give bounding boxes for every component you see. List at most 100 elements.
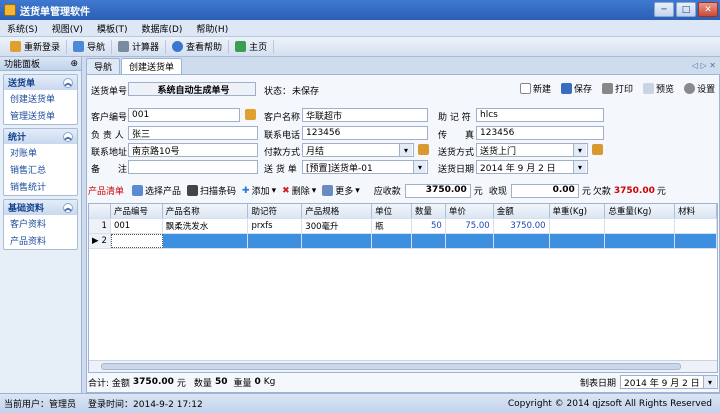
nav-manage-delivery[interactable]: 管理送货单 [4,107,77,124]
make-date-label: 制表日期 [579,378,616,389]
title-bar: 送货单管理软件 ─ □ ✕ [0,0,720,20]
nav-create-delivery[interactable]: 创建送货单 [4,90,77,107]
col-total-weight[interactable]: 总重量(Kg) [605,204,676,218]
col-amount[interactable]: 金额 [493,204,550,218]
fax-input[interactable]: 123456 [476,126,604,140]
mnemonic-input[interactable]: hlcs [476,108,604,122]
delete-button[interactable]: ✖ 删除 ▾ [282,184,317,198]
group-delivery-header[interactable]: 送货单 ︽ [4,75,77,90]
close-button[interactable]: ✕ [698,2,718,17]
edit-pencil-icon[interactable] [592,144,603,155]
state-label: 状态： [264,87,292,97]
app-icon [4,4,16,16]
chevron-down-icon: ▾ [355,185,360,196]
preview-button[interactable]: 预览 [643,82,674,95]
gear-icon [684,83,696,94]
barcode-icon [187,185,199,196]
collapse-icon[interactable]: ︽ [63,202,73,213]
nav-sales-summary[interactable]: 销售汇总 [4,161,77,178]
table-row-selected[interactable]: ▶ 2 [89,234,717,249]
horizontal-scrollbar[interactable] [89,360,717,372]
scan-barcode-button[interactable]: 扫描条码 [187,184,236,197]
edit-pencil-icon[interactable] [418,144,429,155]
template-select[interactable]: [预置]送货单-01 [302,160,428,174]
pin-icon[interactable]: ⊕ [70,59,78,69]
select-product-button[interactable]: 选择产品 [132,184,181,197]
col-unit-weight[interactable]: 单重(Kg) [549,204,606,218]
group-stats-header[interactable]: 统计 ︽ [4,129,77,144]
totals-bar: 合计: 金额 3750.00 元 数量 50 重量 0 Kg 制表日期 2014… [88,374,718,390]
col-qty[interactable]: 数量 [411,204,446,218]
calculator-button[interactable]: 计算器 [112,39,167,54]
print-icon [602,83,614,94]
menu-help[interactable]: 帮助(H) [189,22,235,35]
owe-label: 欠款 [592,187,611,197]
mnemonic-label: 助 记 符 [438,113,471,123]
maximize-button[interactable]: □ [676,2,696,17]
collapse-icon[interactable]: ︽ [63,131,73,142]
row-pointer-icon: ▶ [92,236,99,246]
nav-customers[interactable]: 客户资料 [4,215,77,232]
menu-bar: 系统(S) 视图(V) 模板(T) 数据库(D) 帮助(H) [0,20,720,37]
group-basic-header[interactable]: 基础资料 ︽ [4,200,77,215]
received-input[interactable]: 0.00 [510,183,579,198]
group-delivery: 送货单 ︽ 创建送货单 管理送货单 [3,74,78,125]
col-price[interactable]: 单价 [445,204,494,218]
main-toolbar: 重新登录 导航 计算器 查看帮助 主页 [0,37,720,57]
cust-name-label: 客户名称 [264,113,301,123]
tab-strip: 导航 创建送货单 ◁ ▷ ✕ [86,58,720,74]
nav-products[interactable]: 产品资料 [4,232,77,249]
ship-select[interactable]: 送货上门 [476,143,588,157]
col-product-name[interactable]: 产品名称 [162,204,249,218]
receivable-field: 3750.00 [404,183,471,198]
more-button[interactable]: 更多 ▾ [322,184,360,197]
nav-sales-stats[interactable]: 销售统计 [4,178,77,195]
menu-system[interactable]: 系统(S) [0,22,45,35]
cust-name-input[interactable]: 华联超市 [302,108,428,122]
total-weight: 0 [254,377,261,387]
note-input[interactable] [128,160,258,174]
owner-input[interactable]: 张三 [128,126,258,140]
nav-statement[interactable]: 对账单 [4,144,77,161]
product-list-label: 产品清单 [88,187,125,197]
current-user: 当前用户：管理员 [4,400,77,410]
menu-database[interactable]: 数据库(D) [134,22,189,35]
tab-nav[interactable]: 导航 [86,58,121,74]
pay-label: 付款方式 [264,148,301,158]
home-button[interactable]: 主页 [229,39,275,54]
table-row[interactable]: 1 001 飘柔洗发水 prxfs 300毫升 瓶 50 75.00 3750.… [89,219,717,234]
tab-nav-controls[interactable]: ◁ ▷ ✕ [692,61,716,70]
pay-select[interactable]: 月结 [302,143,414,157]
addr-input[interactable]: 南京路10号 [128,143,258,157]
col-unit[interactable]: 单位 [372,204,412,218]
new-icon [520,83,531,94]
phone-input[interactable]: 123456 [302,126,428,140]
product-toolbar: 产品清单 选择产品 扫描条码 ✚ 添加 ▾ ✖ 删除 ▾ 更多 ▾ 应收款 3750.00… [88,183,666,198]
add-button[interactable]: ✚ 添加 ▾ [242,184,276,198]
home-icon [235,41,247,52]
cust-no-input[interactable]: 001 [128,108,240,122]
col-mnemonic[interactable]: 助记符 [248,204,303,218]
col-product-no[interactable]: 产品编号 [110,204,163,218]
app-title: 送货单管理软件 [20,6,90,18]
save-button[interactable]: 保存 [561,82,592,95]
col-spec[interactable]: 产品规格 [302,204,373,218]
menu-view[interactable]: 视图(V) [45,22,90,35]
nav-button[interactable]: 导航 [67,39,113,54]
relogin-button[interactable]: 重新登录 [4,39,68,54]
tab-create-delivery[interactable]: 创建送货单 [121,58,183,74]
menu-template[interactable]: 模板(T) [90,22,135,35]
ship-date-picker[interactable]: 2014 年 9 月 2 日 [476,160,588,174]
help-button[interactable]: 查看帮助 [166,39,230,54]
col-material[interactable]: 材料 [675,204,717,218]
chevron-down-icon: ▾ [311,185,317,196]
print-button[interactable]: 打印 [602,82,633,95]
make-date-picker[interactable]: 2014 年 9 月 2 日 [620,375,718,389]
new-button[interactable]: 新建 [520,82,551,95]
owe-value: 3750.00 [613,185,655,196]
customer-lookup-icon[interactable] [245,109,256,120]
scrollbar-thumb[interactable] [101,363,681,370]
collapse-icon[interactable]: ︽ [63,77,73,88]
minimize-button[interactable]: ─ [654,2,674,17]
settings-button[interactable]: 设置 [684,82,715,95]
